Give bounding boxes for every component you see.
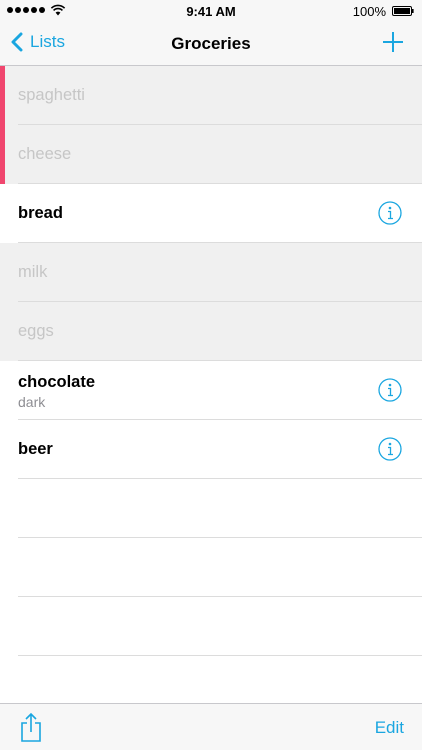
- status-bar: 9:41 AM 100%: [0, 0, 422, 22]
- list-item-title: bread: [18, 204, 63, 222]
- plus-icon[interactable]: [382, 31, 404, 53]
- list-marker: [0, 66, 5, 125]
- list-item-title: beer: [18, 440, 53, 458]
- list-marker: [0, 125, 5, 184]
- battery-icon: [392, 6, 414, 16]
- list-item-title: eggs: [18, 322, 54, 340]
- navigation-bar: Lists Groceries: [0, 22, 422, 66]
- empty-row: [0, 538, 422, 597]
- list-item-title: chocolate: [18, 373, 96, 391]
- grocery-list: spaghetti cheese bread milk eggs chocolate dar…: [0, 66, 422, 715]
- info-icon[interactable]: [378, 378, 402, 402]
- battery-percentage: 100%: [352, 4, 386, 19]
- edit-button[interactable]: Edit: [375, 718, 404, 738]
- list-item[interactable]: bread: [0, 184, 422, 243]
- share-icon[interactable]: [20, 712, 42, 742]
- list-item-title: cheese: [18, 145, 72, 163]
- page-title: Groceries: [171, 34, 251, 53]
- list-item[interactable]: beer: [0, 420, 422, 479]
- list-item-title: milk: [18, 263, 48, 281]
- list-item[interactable]: spaghetti: [0, 66, 422, 125]
- bottom-toolbar: Edit: [0, 703, 422, 750]
- empty-row: [0, 597, 422, 656]
- list-item[interactable]: cheese: [0, 125, 422, 184]
- info-icon[interactable]: [378, 437, 402, 461]
- list-item[interactable]: eggs: [0, 302, 422, 361]
- list-item-title: spaghetti: [18, 86, 85, 104]
- list-item[interactable]: chocolate dark: [0, 361, 422, 420]
- list-item[interactable]: milk: [0, 243, 422, 302]
- list-item-subtitle: dark: [18, 394, 46, 410]
- empty-row: [0, 479, 422, 538]
- info-icon[interactable]: [378, 201, 402, 225]
